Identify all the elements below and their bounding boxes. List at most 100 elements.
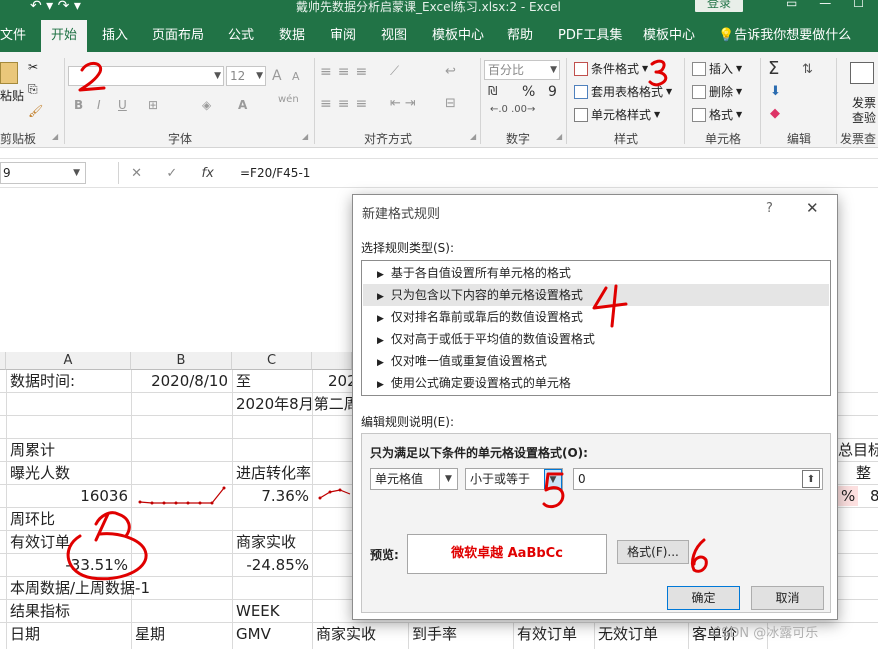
formula-input[interactable]: =F20/F45-1: [240, 166, 310, 180]
format-as-table-button[interactable]: 套用表格格式 ▼: [574, 83, 672, 100]
ok-button[interactable]: 确定: [667, 586, 740, 610]
merge-center-icon[interactable]: ⊟: [445, 96, 456, 111]
separator: [836, 58, 837, 144]
horizontal-align-icons[interactable]: ≡≡≡: [320, 96, 373, 112]
cancel-button[interactable]: 取消: [751, 586, 824, 610]
column-header-b[interactable]: B: [131, 352, 232, 370]
name-box[interactable]: 9 ▼: [0, 162, 86, 184]
cell-c8: 商家实收: [236, 533, 297, 551]
column-header-c[interactable]: C: [232, 352, 312, 370]
paste-button[interactable]: 粘贴: [0, 62, 24, 104]
tell-me-search[interactable]: 💡告诉我你想要做什么: [718, 20, 851, 52]
decimal-icons[interactable]: ←.0 .00→: [490, 104, 535, 115]
percent-button[interactable]: %: [522, 84, 535, 100]
confirm-entry-icon[interactable]: ✓: [166, 166, 177, 181]
cell-value-select[interactable]: 单元格值 ▼: [370, 468, 458, 490]
tab-insert[interactable]: 插入: [102, 20, 128, 52]
clipboard-launcher-icon[interactable]: ◢: [52, 132, 58, 141]
table-icon: [574, 84, 588, 99]
delete-cells-button[interactable]: 删除 ▼: [692, 83, 742, 100]
rule-type-item[interactable]: ▶ 仅对高于或低于平均值的数值设置格式: [363, 328, 829, 350]
phonetic-icon[interactable]: wén: [278, 94, 299, 105]
tab-pdf-tools[interactable]: PDF工具集: [558, 20, 622, 52]
tab-template-center-2[interactable]: 模板中心: [643, 20, 695, 52]
font-launcher-icon[interactable]: ◢: [302, 132, 308, 141]
rule-type-item[interactable]: ▶ 基于各自值设置所有单元格的格式: [363, 262, 829, 284]
chevron-down-icon: ▼: [214, 71, 221, 81]
bold-button[interactable]: B: [74, 98, 83, 112]
sort-filter-icon[interactable]: ⇅: [802, 62, 813, 77]
cell-styles-label: 单元格样式: [591, 108, 652, 122]
invoice-line2[interactable]: 查验: [852, 109, 876, 126]
tab-view[interactable]: 视图: [381, 20, 407, 52]
underline-button[interactable]: U: [118, 98, 127, 112]
italic-button[interactable]: I: [97, 98, 101, 112]
fill-down-icon[interactable]: ⬇: [770, 84, 781, 99]
number-format-combo[interactable]: 百分比 ▼: [484, 60, 560, 80]
font-family-combo[interactable]: ▼: [68, 66, 224, 86]
orientation-icon[interactable]: ⟋: [390, 64, 399, 79]
borders-icon[interactable]: ⊞: [148, 98, 158, 112]
login-button[interactable]: 登录: [695, 0, 743, 12]
tab-help[interactable]: 帮助: [507, 20, 533, 52]
rule-type-item[interactable]: ▶ 仅对唯一值或重复值设置格式: [363, 350, 829, 372]
value-input[interactable]: 0 ⬆: [573, 468, 823, 490]
tab-file[interactable]: 文件: [0, 20, 26, 52]
ribbon: 粘贴 ✂ ⎘ 🖌 剪贴板 ◢ ▼ 12 ▼ A A B I U ⊞ ◈ A wén…: [0, 52, 878, 148]
chevron-down-icon: ▼: [439, 469, 457, 489]
new-formatting-rule-dialog: 新建格式规则 ? ✕ 选择规则类型(S): ▶ 基于各自值设置所有单元格的格式 ▶…: [352, 194, 838, 620]
minimize-icon[interactable]: —: [819, 0, 831, 10]
cell-a5: 曝光人数: [10, 464, 71, 482]
rule-type-item[interactable]: ▶ 仅对排名靠前或靠后的数值设置格式: [363, 306, 829, 328]
indent-icons[interactable]: ⇤⇥: [390, 96, 420, 111]
close-icon[interactable]: ✕: [806, 199, 819, 217]
help-icon[interactable]: ?: [766, 201, 773, 216]
alignment-launcher-icon[interactable]: ◢: [470, 132, 476, 141]
tab-page-layout[interactable]: 页面布局: [152, 20, 204, 52]
cut-icon[interactable]: ✂: [28, 60, 38, 74]
chevron-down-icon: ▼: [73, 168, 80, 178]
comma-style-button[interactable]: 9: [548, 84, 557, 100]
grow-font-icon[interactable]: A: [272, 68, 282, 84]
select-rule-type-label: 选择规则类型(S):: [361, 241, 455, 255]
column-header-a[interactable]: A: [6, 352, 131, 370]
range-selector-icon[interactable]: ⬆: [802, 470, 820, 488]
fill-color-icon[interactable]: ◈: [202, 98, 211, 112]
column-header-d[interactable]: [312, 352, 352, 370]
chevron-down-icon: ▼: [654, 110, 661, 119]
cancel-entry-icon[interactable]: ✕: [131, 166, 142, 181]
copy-icon[interactable]: ⎘: [28, 82, 38, 97]
tab-template-center[interactable]: 模板中心: [432, 20, 484, 52]
tab-home[interactable]: 开始: [41, 20, 88, 52]
clear-icon[interactable]: ◆: [770, 106, 780, 121]
tab-data[interactable]: 数据: [279, 20, 305, 52]
insert-cells-button[interactable]: 插入 ▼: [692, 60, 742, 77]
format-cells-button[interactable]: 格式 ▼: [692, 106, 742, 123]
tab-formulas[interactable]: 公式: [228, 20, 254, 52]
autosum-icon[interactable]: Σ: [768, 58, 779, 79]
conditional-formatting-button[interactable]: 条件格式 ▼: [574, 60, 648, 77]
invoice-group-label: 发票查: [840, 132, 877, 146]
format-painter-icon[interactable]: 🖌: [28, 104, 43, 118]
conditional-formatting-icon: [574, 61, 588, 76]
rule-type-list[interactable]: ▶ 基于各自值设置所有单元格的格式 ▶ 只为包含以下内容的单元格设置格式 ▶ 仅对排名…: [361, 260, 831, 396]
wrap-text-icon[interactable]: ↩: [445, 64, 456, 79]
number-launcher-icon[interactable]: ◢: [556, 132, 562, 141]
shrink-font-icon[interactable]: A: [292, 70, 300, 83]
ribbon-display-icon[interactable]: ▭: [786, 0, 797, 10]
name-box-value: 9: [3, 166, 11, 180]
maximize-icon[interactable]: ☐: [853, 0, 864, 10]
vertical-align-icons[interactable]: ≡≡≡: [320, 64, 373, 80]
font-color-icon[interactable]: A: [238, 98, 247, 112]
insert-function-icon[interactable]: fx: [202, 166, 214, 181]
cell-styles-button[interactable]: 单元格样式 ▼: [574, 106, 660, 123]
quick-access-undo-redo[interactable]: ↶ ▾ ↷ ▾: [30, 0, 81, 14]
operator-select[interactable]: 小于或等于 ▼: [465, 468, 563, 490]
rule-type-item-selected[interactable]: ▶ 只为包含以下内容的单元格设置格式: [363, 284, 829, 306]
format-button[interactable]: 格式(F)...: [617, 540, 689, 564]
cell-a4: 周累计: [10, 441, 56, 459]
currency-icon[interactable]: ₪: [488, 84, 497, 98]
font-size-combo[interactable]: 12 ▼: [226, 66, 266, 86]
rule-type-item[interactable]: ▶ 使用公式确定要设置格式的单元格: [363, 372, 829, 394]
tab-review[interactable]: 审阅: [330, 20, 356, 52]
